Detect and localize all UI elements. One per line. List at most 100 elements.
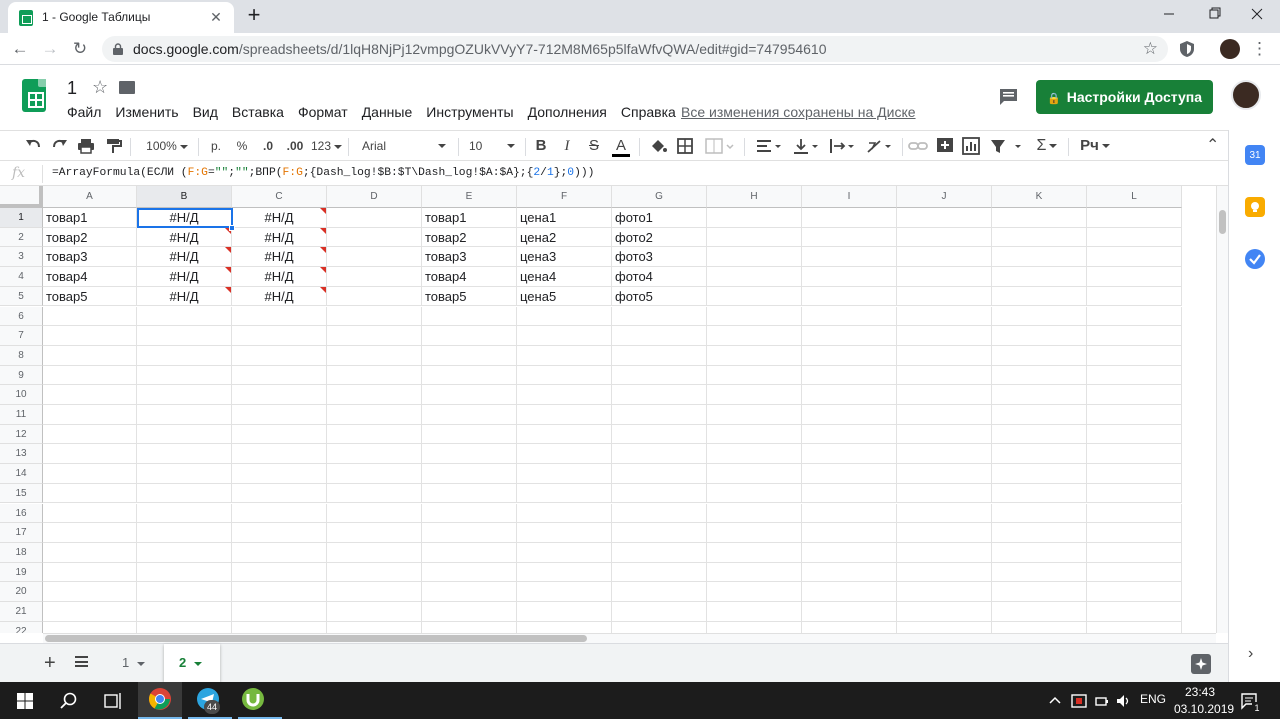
cell-h17[interactable] — [707, 523, 802, 543]
cell-g6[interactable] — [612, 306, 707, 327]
cell-g5[interactable]: фото5 — [612, 286, 707, 307]
column-header-j[interactable]: J — [897, 186, 992, 208]
cell-e5[interactable]: товар5 — [422, 286, 517, 307]
cell-c21[interactable] — [232, 602, 327, 622]
cell-k8[interactable] — [992, 345, 1087, 366]
cell-d20[interactable] — [327, 582, 422, 602]
row-header-3[interactable]: 3 — [0, 247, 43, 268]
cell-i10[interactable] — [802, 385, 897, 405]
column-header-g[interactable]: G — [612, 186, 707, 208]
cell-h12[interactable] — [707, 424, 802, 445]
font-size-select[interactable]: 10 — [469, 135, 519, 157]
menu-view[interactable]: Вид — [186, 102, 225, 122]
cell-e9[interactable] — [422, 365, 517, 386]
cell-a5[interactable]: товар5 — [43, 286, 137, 307]
menu-edit[interactable]: Изменить — [108, 102, 185, 122]
cell-b11[interactable] — [137, 405, 232, 425]
cell-d10[interactable] — [327, 385, 422, 405]
cell-d8[interactable] — [327, 345, 422, 366]
cell-c17[interactable] — [232, 523, 327, 543]
cell-k5[interactable] — [992, 286, 1087, 307]
cell-j14[interactable] — [897, 464, 992, 484]
row-header-22[interactable]: 22 — [0, 621, 43, 633]
close-tab-icon[interactable]: ✕ — [208, 9, 224, 25]
cell-i16[interactable] — [802, 503, 897, 524]
cell-e13[interactable] — [422, 444, 517, 465]
column-header-a[interactable]: A — [43, 186, 137, 208]
side-panel-expand-icon[interactable]: › — [1248, 645, 1253, 663]
input-language[interactable]: ENG — [1140, 692, 1166, 706]
cell-b3[interactable]: #Н/Д — [137, 247, 232, 268]
cell-c20[interactable] — [232, 582, 327, 602]
cell-l18[interactable] — [1087, 542, 1182, 563]
utorrent-taskbar-button[interactable] — [238, 682, 282, 719]
cell-b9[interactable] — [137, 365, 232, 386]
cell-k13[interactable] — [992, 444, 1087, 465]
cell-c3[interactable]: #Н/Д — [232, 247, 327, 268]
font-family-select[interactable]: Arial — [362, 135, 452, 157]
filter-icon[interactable] — [989, 135, 1025, 157]
cell-a17[interactable] — [43, 523, 137, 543]
column-header-i[interactable]: I — [802, 186, 897, 208]
cell-c2[interactable]: #Н/Д — [232, 227, 327, 248]
new-tab-button[interactable]: + — [242, 4, 266, 28]
menu-file[interactable]: Файл — [60, 102, 108, 122]
cell-d19[interactable] — [327, 562, 422, 583]
horizontal-scroll-thumb[interactable] — [45, 635, 587, 642]
save-status[interactable]: Все изменения сохранены на Диске — [681, 102, 916, 122]
cell-h14[interactable] — [707, 464, 802, 484]
telegram-taskbar-button[interactable]: 44 — [188, 682, 232, 719]
cell-k10[interactable] — [992, 385, 1087, 405]
cell-g3[interactable]: фото3 — [612, 247, 707, 268]
forward-button[interactable]: → — [39, 38, 61, 60]
cell-d18[interactable] — [327, 542, 422, 563]
volume-tray-icon[interactable] — [1114, 692, 1132, 710]
cell-d14[interactable] — [327, 464, 422, 484]
cell-i9[interactable] — [802, 365, 897, 386]
cell-k21[interactable] — [992, 602, 1087, 622]
row-header-11[interactable]: 11 — [0, 405, 43, 425]
search-icon[interactable] — [56, 688, 82, 714]
cell-h5[interactable] — [707, 286, 802, 307]
cell-l15[interactable] — [1087, 483, 1182, 504]
cell-l13[interactable] — [1087, 444, 1182, 465]
cell-l8[interactable] — [1087, 345, 1182, 366]
cell-j18[interactable] — [897, 542, 992, 563]
cell-g19[interactable] — [612, 562, 707, 583]
cell-a20[interactable] — [43, 582, 137, 602]
cell-j19[interactable] — [897, 562, 992, 583]
cell-l11[interactable] — [1087, 405, 1182, 425]
cell-c19[interactable] — [232, 562, 327, 583]
cell-i12[interactable] — [802, 424, 897, 445]
cell-e3[interactable]: товар3 — [422, 247, 517, 268]
cell-g20[interactable] — [612, 582, 707, 602]
cell-d15[interactable] — [327, 483, 422, 504]
cell-l17[interactable] — [1087, 523, 1182, 543]
menu-format[interactable]: Формат — [291, 102, 355, 122]
reload-button[interactable]: ↻ — [69, 38, 91, 60]
cell-l10[interactable] — [1087, 385, 1182, 405]
column-header-f[interactable]: F — [517, 186, 612, 208]
cell-c22[interactable] — [232, 621, 327, 633]
cell-f17[interactable] — [517, 523, 612, 543]
cell-e21[interactable] — [422, 602, 517, 622]
cell-f7[interactable] — [517, 326, 612, 346]
text-wrap-icon[interactable] — [828, 135, 858, 157]
cell-l22[interactable] — [1087, 621, 1182, 633]
power-tray-icon[interactable] — [1093, 692, 1111, 710]
cell-j1[interactable] — [897, 208, 992, 228]
cell-j12[interactable] — [897, 424, 992, 445]
cell-k7[interactable] — [992, 326, 1087, 346]
cell-g10[interactable] — [612, 385, 707, 405]
cell-e7[interactable] — [422, 326, 517, 346]
increase-decimal-button[interactable]: .00 — [284, 135, 306, 157]
cell-g16[interactable] — [612, 503, 707, 524]
cell-h9[interactable] — [707, 365, 802, 386]
row-header-8[interactable]: 8 — [0, 345, 43, 366]
cell-f22[interactable] — [517, 621, 612, 633]
cell-c6[interactable] — [232, 306, 327, 327]
user-avatar[interactable] — [1231, 80, 1261, 110]
cell-a13[interactable] — [43, 444, 137, 465]
tasks-icon[interactable] — [1245, 249, 1265, 269]
cell-i15[interactable] — [802, 483, 897, 504]
